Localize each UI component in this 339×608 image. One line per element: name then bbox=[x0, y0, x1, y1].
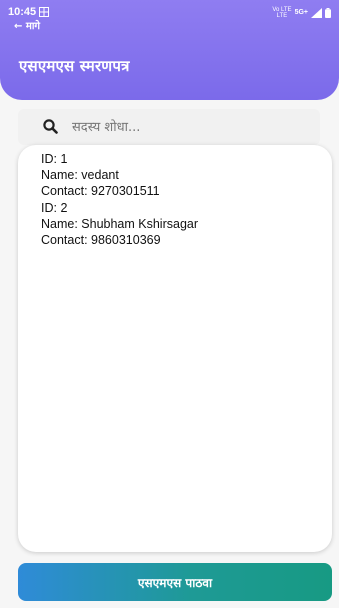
search-icon bbox=[42, 118, 60, 136]
member-list-text: ID: 1 Name: vedant Contact: 9270301511 I… bbox=[41, 151, 198, 248]
member-list[interactable]: ID: 1 Name: vedant Contact: 9270301511 I… bbox=[18, 145, 332, 552]
app-header: 10:45 ← मागे Vo LTE LTE 5G+ एसएमएस स्मरण… bbox=[0, 0, 339, 100]
member-contact: Contact: 9860310369 bbox=[41, 233, 161, 248]
search-bar[interactable] bbox=[18, 109, 320, 145]
signal-icon bbox=[311, 8, 322, 18]
network-sub-label: LTE bbox=[276, 13, 288, 19]
member-id: ID: 1 bbox=[41, 152, 68, 166]
back-link[interactable]: ← मागे bbox=[14, 18, 40, 32]
member-name: Name: vedant bbox=[41, 168, 119, 183]
status-icons: Vo LTE LTE 5G+ bbox=[272, 7, 331, 19]
status-time-group: 10:45 bbox=[8, 6, 50, 18]
member-name: Name: Shubham Kshirsagar bbox=[41, 216, 199, 231]
member-id: ID: 2 bbox=[41, 200, 68, 215]
search-input[interactable] bbox=[70, 118, 294, 136]
member-contact: Contact: 9270301511 bbox=[41, 184, 160, 199]
send-sms-button[interactable]: एसएमएस पाठवा bbox=[18, 563, 332, 601]
network-gen-label: 5G+ bbox=[294, 9, 308, 16]
grid-icon bbox=[39, 7, 50, 17]
page-title: एसएमएस स्मरणपत्र bbox=[19, 57, 130, 75]
status-time: 10:45 bbox=[8, 6, 37, 18]
battery-icon bbox=[325, 8, 331, 18]
